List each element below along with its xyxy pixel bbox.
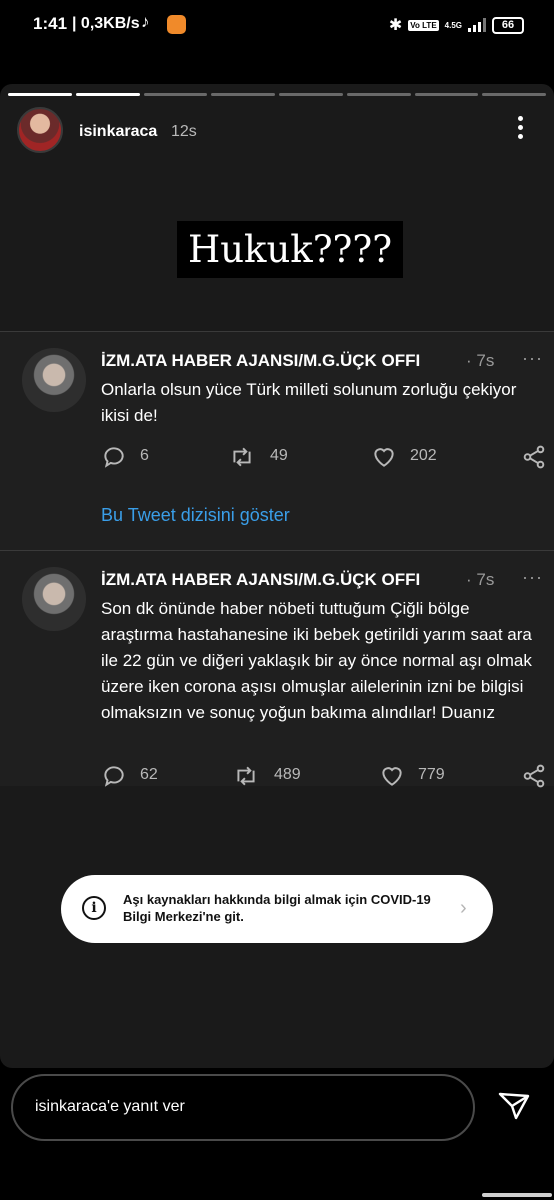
send-icon[interactable] <box>496 1088 532 1124</box>
reply-count: 62 <box>140 766 158 783</box>
app-notification-icon <box>167 15 186 34</box>
tweet-author-avatar[interactable] <box>22 348 86 412</box>
story-progress-segment <box>482 93 546 96</box>
like-count: 779 <box>418 766 445 783</box>
story-user-avatar[interactable] <box>17 107 63 153</box>
story-progress-bar <box>8 93 546 96</box>
tweet-menu-icon[interactable]: ··· <box>522 348 543 369</box>
story-progress-segment <box>414 93 479 96</box>
network-type-label: 4.5G <box>444 20 462 30</box>
story-time-ago: 12s <box>171 123 197 140</box>
volte-icon: Vo LTE <box>408 19 439 31</box>
story-progress-segment <box>75 93 140 96</box>
story-progress-segment <box>143 93 208 96</box>
like-icon[interactable] <box>379 763 405 789</box>
battery-indicator: 66 <box>492 16 524 34</box>
like-icon[interactable] <box>371 444 397 470</box>
story-progress-segment <box>346 93 411 96</box>
retweet-count: 489 <box>274 766 301 783</box>
chevron-right-icon: › <box>460 897 467 919</box>
more-options-icon[interactable] <box>510 116 530 146</box>
tweet-text: Son dk önünde haber nöbeti tuttuğum Çiğl… <box>101 599 532 722</box>
tweet-actions: 62 489 779 <box>0 763 554 793</box>
share-icon[interactable] <box>521 444 547 470</box>
tweet-time: · 7s <box>466 570 495 589</box>
story-caption-text: Hukuk???? <box>187 228 393 271</box>
tweet-divider <box>0 550 554 551</box>
embedded-tweets: İZM.ATA HABER AJANSI/M.G.ÜÇK OFFI · 7s ·… <box>0 331 554 788</box>
reply-icon[interactable] <box>101 763 127 789</box>
covid-info-text: Aşı kaynakları hakkında bilgi almak için… <box>123 892 431 924</box>
status-bar: 1:41 | 0,3KB/s ♪ ✱ Vo LTE 4.5G 66 <box>0 0 554 52</box>
bluetooth-icon: ✱ <box>388 17 403 34</box>
status-icons: ✱ Vo LTE 4.5G 66 <box>389 14 524 36</box>
reply-input[interactable]: isinkaraca'e yanıt ver <box>11 1074 475 1141</box>
story-username[interactable]: isinkaraca <box>79 123 157 141</box>
tiktok-notification-icon: ♪ <box>141 12 150 31</box>
tweet-author-name[interactable]: İZM.ATA HABER AJANSI/M.G.ÜÇK OFFI <box>101 351 459 371</box>
tweet-text: Onlarla olsun yüce Türk milleti solunum … <box>101 380 517 425</box>
tweet-time: · 7s <box>466 351 495 370</box>
reply-icon[interactable] <box>101 444 127 470</box>
tweet-author-name[interactable]: İZM.ATA HABER AJANSI/M.G.ÜÇK OFFI <box>101 570 459 590</box>
tweet-author-avatar[interactable] <box>22 567 86 631</box>
reply-count: 6 <box>140 447 149 464</box>
story-caption: Hukuk???? <box>177 221 403 278</box>
story-progress-segment <box>211 93 275 96</box>
like-count: 202 <box>410 447 437 464</box>
show-thread-link[interactable]: Bu Tweet dizisini göster <box>101 505 290 526</box>
retweet-icon[interactable] <box>233 763 259 789</box>
covid-info-banner[interactable]: i Aşı kaynakları hakkında bilgi almak iç… <box>61 875 493 943</box>
tweet-actions: 6 49 202 <box>0 444 554 474</box>
retweet-icon[interactable] <box>229 444 255 470</box>
story-progress-segment <box>279 93 343 96</box>
home-indicator[interactable] <box>482 1193 552 1197</box>
story-progress-segment <box>8 93 72 96</box>
status-network-speed: | 0,3KB/s <box>72 15 140 32</box>
status-time: 1:41 <box>33 14 68 33</box>
reply-placeholder: isinkaraca'e yanıt ver <box>35 1098 185 1115</box>
signal-icon <box>468 18 486 32</box>
tweet-menu-icon[interactable]: ··· <box>522 567 543 588</box>
share-icon[interactable] <box>521 763 547 789</box>
retweet-count: 49 <box>270 447 288 464</box>
info-icon: i <box>82 896 106 920</box>
